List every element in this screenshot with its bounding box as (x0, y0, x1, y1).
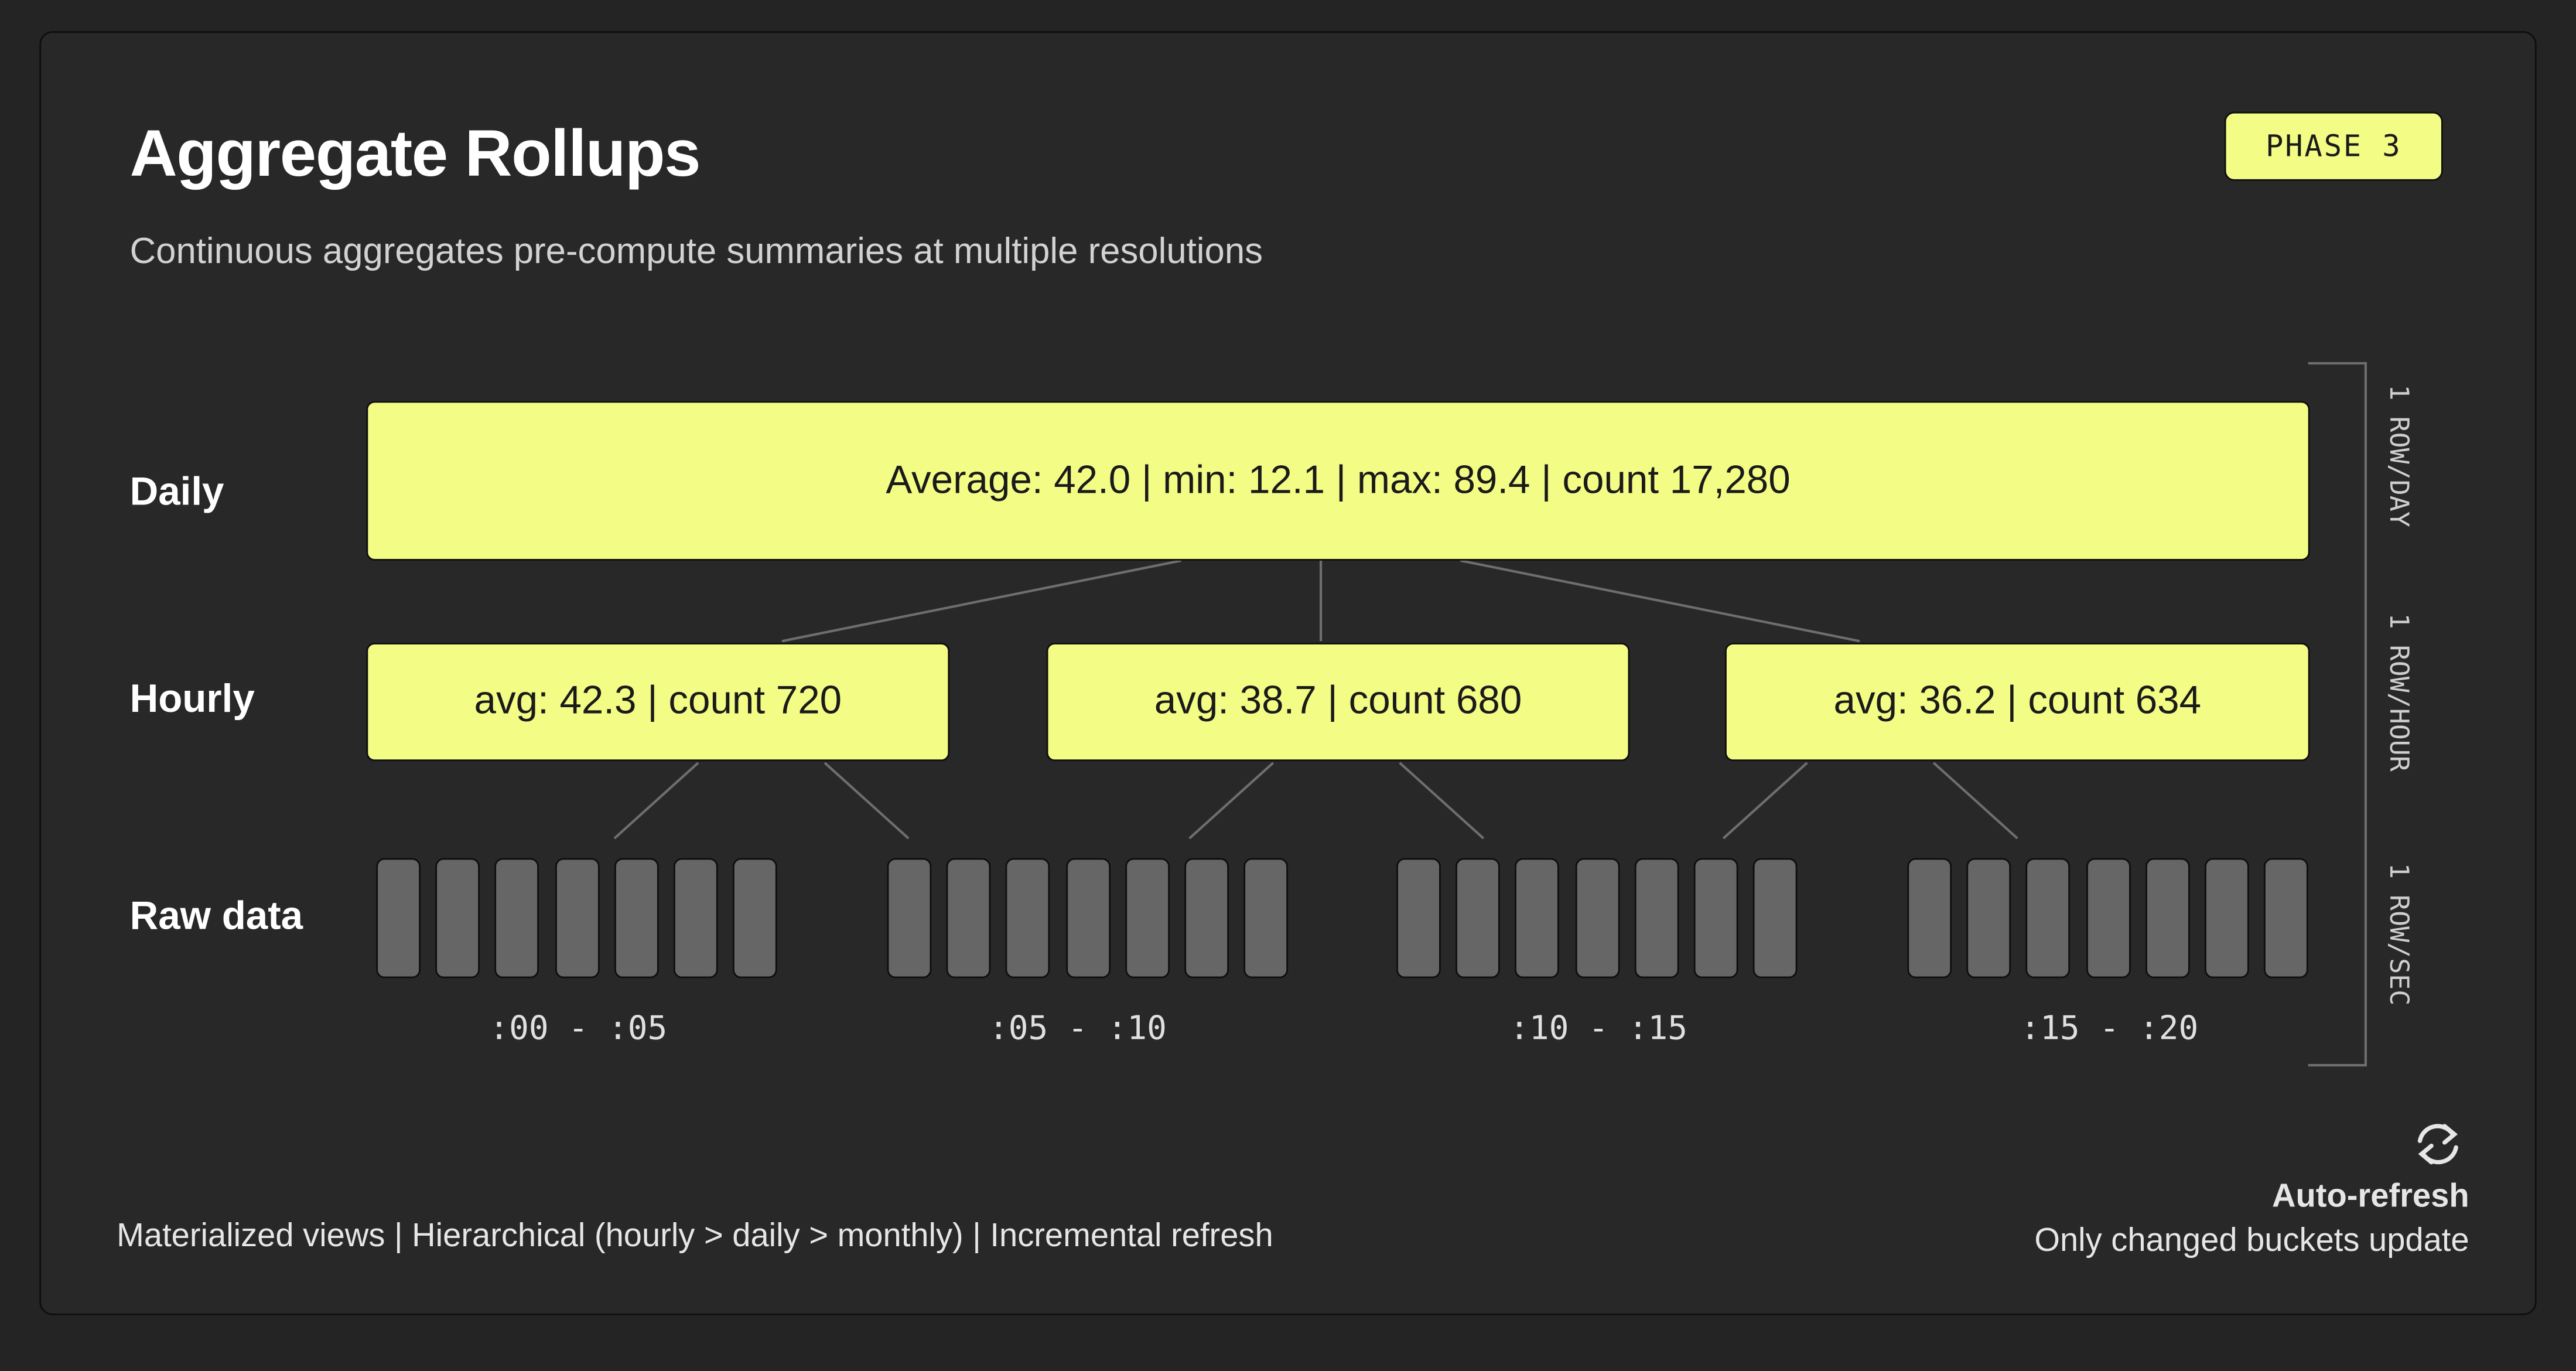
connector-daily-hourly-1 (781, 559, 1182, 643)
auto-refresh-subtitle: Only changed buckets update (2034, 1223, 2469, 1260)
raw-range-label-3: :10 - :15 (1509, 1007, 1688, 1048)
connector-hourly-raw-3 (1188, 762, 1275, 840)
raw-data-bar (887, 858, 932, 978)
raw-data-bar (733, 858, 778, 978)
phase-badge: PHASE 3 (2224, 111, 2443, 181)
raw-data-bar (2264, 858, 2309, 978)
raw-data-bar (1125, 858, 1170, 978)
raw-data-bar (614, 858, 659, 978)
hourly-aggregate-box-1: avg: 42.3 | count 720 (366, 643, 950, 762)
raw-data-bar (1006, 858, 1051, 978)
level-label-daily: Daily (129, 470, 224, 515)
page-subtitle: Continuous aggregates pre-compute summar… (129, 230, 1263, 271)
raw-data-bar (1243, 858, 1289, 978)
raw-data-bar (1753, 858, 1798, 978)
page-title: Aggregate Rollups (129, 118, 701, 191)
raw-data-bar (1693, 858, 1738, 978)
connector-hourly-raw-5 (1722, 762, 1808, 840)
granularity-label-hourly: 1 ROW/HOUR (2383, 613, 2416, 772)
daily-aggregate-box: Average: 42.0 | min: 12.1 | max: 89.4 | … (366, 401, 2310, 561)
raw-data-bar (1907, 858, 1952, 978)
raw-data-bar (1396, 858, 1441, 978)
auto-refresh-title: Auto-refresh (2271, 1178, 2469, 1215)
level-label-raw: Raw data (129, 894, 303, 939)
raw-data-bar (2205, 858, 2249, 978)
raw-data-bar (1515, 858, 1560, 978)
connector-hourly-raw-4 (1399, 762, 1485, 840)
raw-data-bar (1184, 858, 1229, 978)
raw-data-bar (673, 858, 718, 978)
granularity-bracket (2308, 361, 2367, 1067)
connector-hourly-raw-2 (824, 762, 910, 840)
hourly-aggregate-box-2: avg: 38.7 | count 680 (1046, 643, 1630, 762)
connector-hourly-raw-1 (613, 762, 699, 840)
raw-data-bar (1456, 858, 1501, 978)
level-label-hourly: Hourly (129, 677, 255, 722)
raw-range-label-1: :00 - :05 (489, 1007, 668, 1048)
raw-data-bar (1966, 858, 2011, 978)
raw-data-bar (2026, 858, 2071, 978)
raw-data-bar (1634, 858, 1679, 978)
raw-data-bar (2145, 858, 2190, 978)
connector-hourly-raw-6 (1932, 762, 2018, 840)
raw-range-label-2: :05 - :10 (988, 1007, 1167, 1048)
raw-data-bar (2085, 858, 2130, 978)
refresh-icon[interactable] (2417, 1124, 2458, 1165)
raw-data-bar (495, 858, 540, 978)
raw-data-bar (947, 858, 991, 978)
stage: Aggregate Rollups Continuous aggregates … (0, 0, 2576, 1371)
granularity-label-raw: 1 ROW/SEC (2383, 863, 2416, 1006)
granularity-label-daily: 1 ROW/DAY (2383, 384, 2416, 527)
raw-data-bar (376, 858, 421, 978)
raw-data-bar (554, 858, 599, 978)
raw-range-label-4: :15 - :20 (2020, 1007, 2199, 1048)
footer-features: Materialized views | Hierarchical (hourl… (117, 1218, 1273, 1254)
connector-daily-hourly-3 (1460, 559, 1860, 643)
raw-data-bar (435, 858, 480, 978)
raw-data-bar (1574, 858, 1620, 978)
raw-data-bar (1065, 858, 1110, 978)
hourly-aggregate-box-3: avg: 36.2 | count 634 (1725, 643, 2310, 762)
